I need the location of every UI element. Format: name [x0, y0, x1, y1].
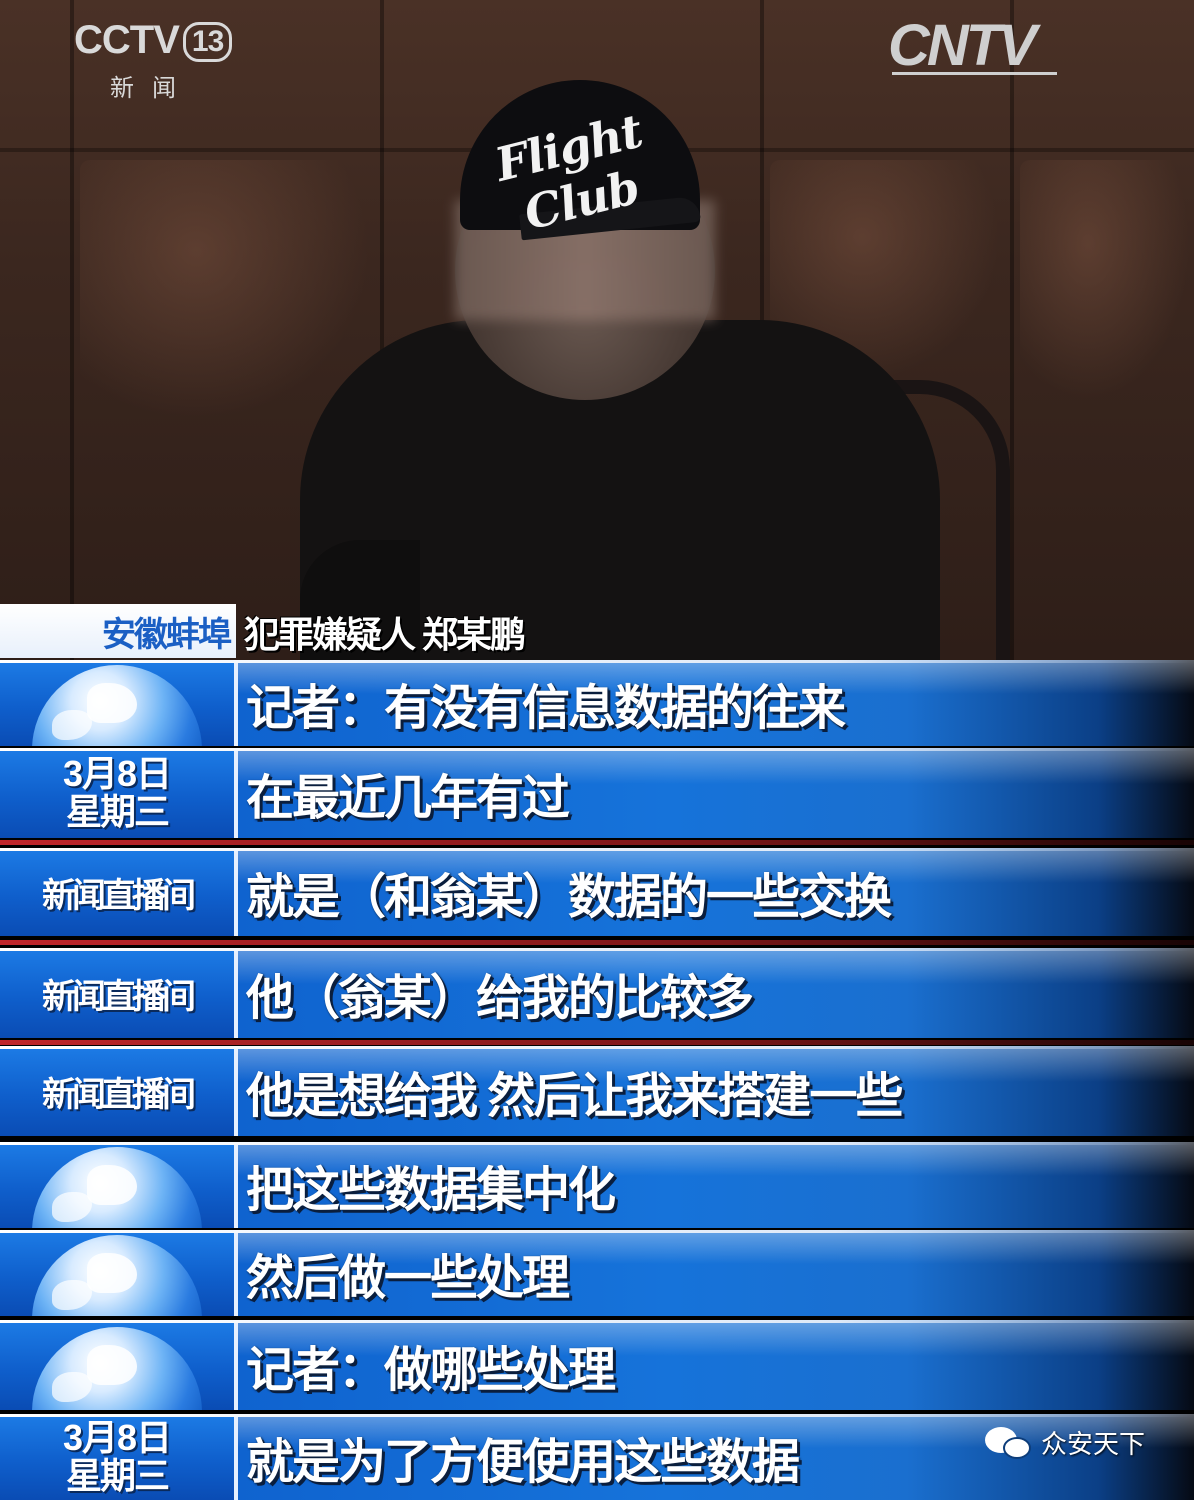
cctv-logo-text: CCTV: [74, 18, 180, 62]
globe-icon: [32, 1235, 202, 1316]
red-separator: [0, 1040, 1194, 1045]
strip-divider: [234, 848, 238, 936]
cntv-logo-underline: [892, 72, 1057, 75]
strip-top-line: [0, 848, 1194, 851]
strip-top-line: [0, 1414, 1194, 1417]
strip-badge: 3月8日 星期三: [0, 1414, 234, 1500]
caption-strip: 新闻直播间 他（翁某）给我的比较多: [0, 948, 1194, 1038]
subtitle-caption: 记者：做哪些处理: [246, 1344, 616, 1397]
strip-divider: [234, 948, 238, 1038]
strip-badge: 新闻直播间: [0, 848, 234, 936]
strip-badge: [0, 1230, 234, 1316]
caption-strip: 然后做一些处理: [0, 1230, 1194, 1316]
wall-panel: [80, 160, 370, 420]
red-separator: [0, 840, 1194, 845]
date-badge: 3月8日 星期三: [62, 753, 172, 832]
globe-icon: [32, 1147, 202, 1228]
strip-divider: [234, 1142, 238, 1228]
cntv-logo: CNTV: [888, 13, 1037, 78]
globe-icon: [32, 1327, 202, 1410]
subtitle-caption: 他（翁某）给我的比较多: [246, 972, 754, 1025]
location-text: 安徽蚌埠: [102, 615, 232, 654]
red-separator: [0, 940, 1194, 945]
strip-top-line: [0, 660, 1194, 663]
subtitle-caption: 就是（和翁某）数据的一些交换: [246, 871, 892, 924]
strip-top-line: [0, 1142, 1194, 1145]
weekday-text: 星期三: [65, 1455, 170, 1496]
strip-badge: [0, 660, 234, 746]
wechat-icon: [985, 1425, 1033, 1461]
subtitle-caption: 把这些数据集中化: [246, 1164, 616, 1217]
watermark-text: 众安天下: [1041, 1430, 1146, 1460]
program-label: 新闻直播间: [42, 876, 196, 915]
program-label: 新闻直播间: [42, 977, 196, 1016]
subtitle-caption: 他是想给我 然后让我来搭建一些: [246, 1070, 903, 1123]
date-text: 3月8日: [62, 753, 172, 794]
strip-divider: [234, 660, 238, 746]
strip-top-line: [0, 1320, 1194, 1323]
globe-icon: [32, 665, 202, 746]
caption-strip: 新闻直播间 就是（和翁某）数据的一些交换: [0, 848, 1194, 936]
channel-number: 13: [182, 22, 233, 63]
strip-divider: [234, 1320, 238, 1410]
strip-badge: 新闻直播间: [0, 948, 234, 1038]
strip-divider: [234, 1230, 238, 1316]
strip-top-line: [0, 748, 1194, 751]
location-bar: 安徽蚌埠: [0, 604, 236, 658]
caption-strip: 把这些数据集中化: [0, 1142, 1194, 1228]
wall-panel-seam: [1010, 0, 1014, 660]
caption-strip: 记者：做哪些处理: [0, 1320, 1194, 1410]
strip-badge: 3月8日 星期三: [0, 748, 234, 838]
subtitle-caption: 就是为了方便使用这些数据: [246, 1436, 800, 1489]
date-text: 3月8日: [62, 1417, 172, 1458]
watermark: 众安天下: [985, 1424, 1145, 1461]
caption-strip: 记者：有没有信息数据的往来: [0, 660, 1194, 746]
strip-top-line: [0, 1046, 1194, 1049]
strip-divider: [234, 748, 238, 838]
subtitle-caption: 然后做一些处理: [246, 1252, 570, 1305]
strip-top-line: [0, 948, 1194, 951]
person-label: 犯罪嫌疑人 郑某鹏: [244, 614, 526, 655]
cctv-logo: CCTV 13: [74, 18, 233, 63]
subtitle-caption: 在最近几年有过: [246, 772, 570, 825]
date-badge: 3月8日 星期三: [62, 1417, 172, 1496]
strip-badge: [0, 1142, 234, 1228]
strip-badge: 新闻直播间: [0, 1046, 234, 1136]
program-label: 新闻直播间: [42, 1075, 196, 1114]
strip-top-line: [0, 1230, 1194, 1233]
strip-divider: [234, 1414, 238, 1500]
wall-panel: [1020, 160, 1190, 400]
wall-panel-seam: [70, 0, 74, 660]
caption-strip: 3月8日 星期三 在最近几年有过: [0, 748, 1194, 838]
strip-divider: [234, 1046, 238, 1136]
weekday-text: 星期三: [65, 791, 170, 832]
subtitle-caption: 记者：有没有信息数据的往来: [246, 682, 846, 735]
caption-strip: 新闻直播间 他是想给我 然后让我来搭建一些: [0, 1046, 1194, 1136]
strip-badge: [0, 1320, 234, 1410]
channel-subtitle: 新闻: [110, 74, 194, 102]
video-frame: Flight Club CCTV 13 新闻 CNTV 安徽蚌埠 犯罪嫌疑人 郑某…: [0, 0, 1194, 660]
